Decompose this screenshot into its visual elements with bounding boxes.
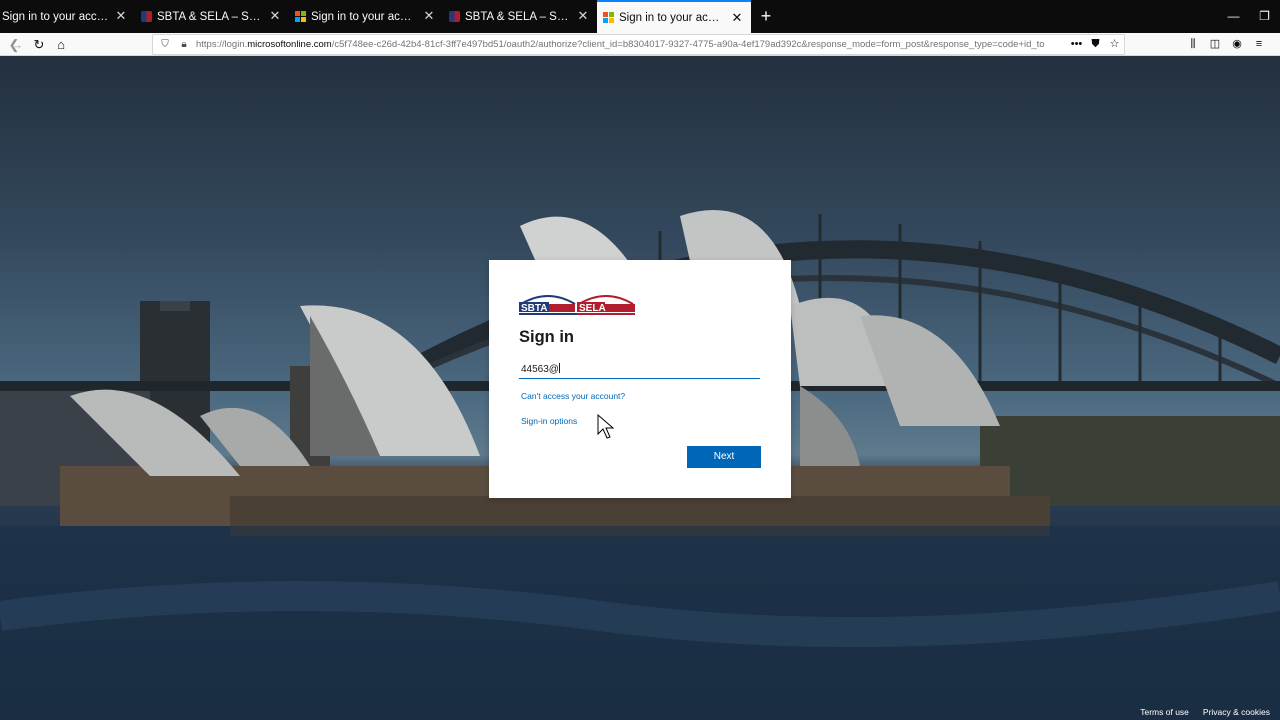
sbta-icon: [141, 11, 152, 22]
privacy-cookies-link[interactable]: Privacy & cookies: [1203, 707, 1270, 717]
sidebar-icon[interactable]: ◫: [1204, 36, 1226, 53]
page-actions-icon[interactable]: •••: [1067, 36, 1086, 53]
tab-title: SBTA & SELA – Sydney Business: [465, 10, 571, 23]
account-icon[interactable]: ◉: [1226, 36, 1248, 53]
tab-title: Sign in to your account: [619, 11, 725, 24]
sbta-sela-logo: SBTA SELA: [519, 290, 635, 316]
signin-options-link[interactable]: Sign-in options: [521, 416, 761, 426]
svg-text:SELA: SELA: [579, 303, 606, 314]
shield-icon[interactable]: ⛉: [158, 38, 172, 52]
bookmark-star-icon[interactable]: ☆: [1105, 36, 1124, 53]
lock-icon[interactable]: 🔒︎: [177, 38, 191, 52]
restore-button[interactable]: ❐: [1249, 0, 1280, 33]
text-caret: [558, 363, 560, 373]
toolbar-right: ⫼ ◫ ◉ ≡: [1182, 36, 1270, 53]
tab-title: Sign in to your account: [311, 10, 417, 23]
cant-access-account-link[interactable]: Can't access your account?: [521, 391, 761, 401]
tab-strip: Sign in to your account ✕ SBTA & SELA – …: [0, 0, 1280, 33]
page-footer: Terms of use Privacy & cookies: [1140, 707, 1270, 717]
microsoft-icon: [603, 12, 614, 23]
forward-arrow-icon[interactable]: →: [8, 36, 26, 53]
tab-signin-1[interactable]: Sign in to your account ✕: [0, 0, 135, 33]
pocket-icon[interactable]: ⛊: [1086, 36, 1105, 53]
tab-sbta-2[interactable]: SBTA & SELA – Sydney Business ✕: [443, 0, 597, 33]
new-tab-button[interactable]: +: [751, 0, 781, 33]
tab-signin-active[interactable]: Sign in to your account ✕: [597, 0, 751, 33]
signin-heading: Sign in: [519, 328, 574, 346]
tab-signin-2[interactable]: Sign in to your account ✕: [289, 0, 443, 33]
tab-sbta-1[interactable]: SBTA & SELA – Sydney Business ✕: [135, 0, 289, 33]
reload-icon[interactable]: ↻: [30, 36, 48, 53]
email-value: 44563@: [521, 364, 559, 375]
browser-window: Sign in to your account ✕ SBTA & SELA – …: [0, 0, 1280, 720]
menu-icon[interactable]: ≡: [1248, 36, 1270, 53]
mouse-pointer-icon: [597, 414, 615, 439]
close-icon[interactable]: ✕: [422, 9, 436, 23]
signin-card: SBTA SELA Sign in 44563@ Can't access yo…: [489, 260, 791, 498]
microsoft-icon: [295, 11, 306, 22]
library-icon[interactable]: ⫼: [1182, 36, 1204, 53]
url-bar[interactable]: ⛉ 🔒︎ https://login.microsoftonline.com/c…: [152, 34, 1125, 55]
close-icon[interactable]: ✕: [114, 9, 128, 23]
nav-toolbar: ❮ → ↻ ⌂ ⛉ 🔒︎ https://login.microsoftonli…: [0, 33, 1280, 56]
next-button[interactable]: Next: [687, 446, 761, 468]
tab-title: SBTA & SELA – Sydney Business: [157, 10, 263, 23]
close-icon[interactable]: ✕: [268, 9, 282, 23]
tab-title: Sign in to your account: [2, 10, 109, 23]
url-text[interactable]: https://login.microsoftonline.com/c5f748…: [196, 39, 1067, 50]
page-content: SBTA SELA Sign in 44563@ Can't access yo…: [0, 56, 1280, 720]
sela-logo: SELA: [577, 290, 635, 316]
close-icon[interactable]: ✕: [730, 11, 744, 25]
sbta-logo: SBTA: [519, 290, 577, 316]
window-controls: — ❐: [1218, 0, 1280, 33]
sbta-icon: [449, 11, 460, 22]
svg-text:SBTA: SBTA: [521, 303, 547, 314]
close-icon[interactable]: ✕: [576, 9, 590, 23]
home-icon[interactable]: ⌂: [52, 36, 70, 53]
minimize-button[interactable]: —: [1218, 0, 1249, 33]
email-input[interactable]: 44563@: [519, 360, 760, 379]
terms-of-use-link[interactable]: Terms of use: [1140, 707, 1189, 717]
